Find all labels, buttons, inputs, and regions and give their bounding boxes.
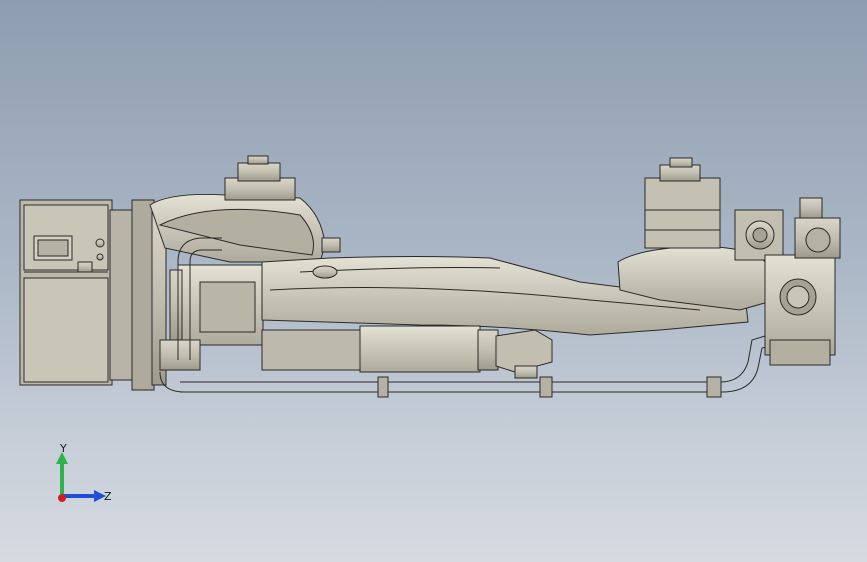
lower-cylinder — [261, 325, 553, 379]
robot-arm-model[interactable] — [0, 0, 867, 562]
shoulder-housing — [149, 155, 341, 263]
base-flange — [109, 199, 167, 391]
control-box — [19, 199, 113, 386]
main-motor — [159, 264, 264, 371]
cad-viewport[interactable]: Y Z — [0, 0, 867, 562]
y-axis-label: Y — [59, 442, 67, 455]
x-axis-dot — [58, 494, 66, 502]
z-axis-label: Z — [104, 490, 112, 503]
coordinate-triad: Y Z — [56, 442, 112, 503]
